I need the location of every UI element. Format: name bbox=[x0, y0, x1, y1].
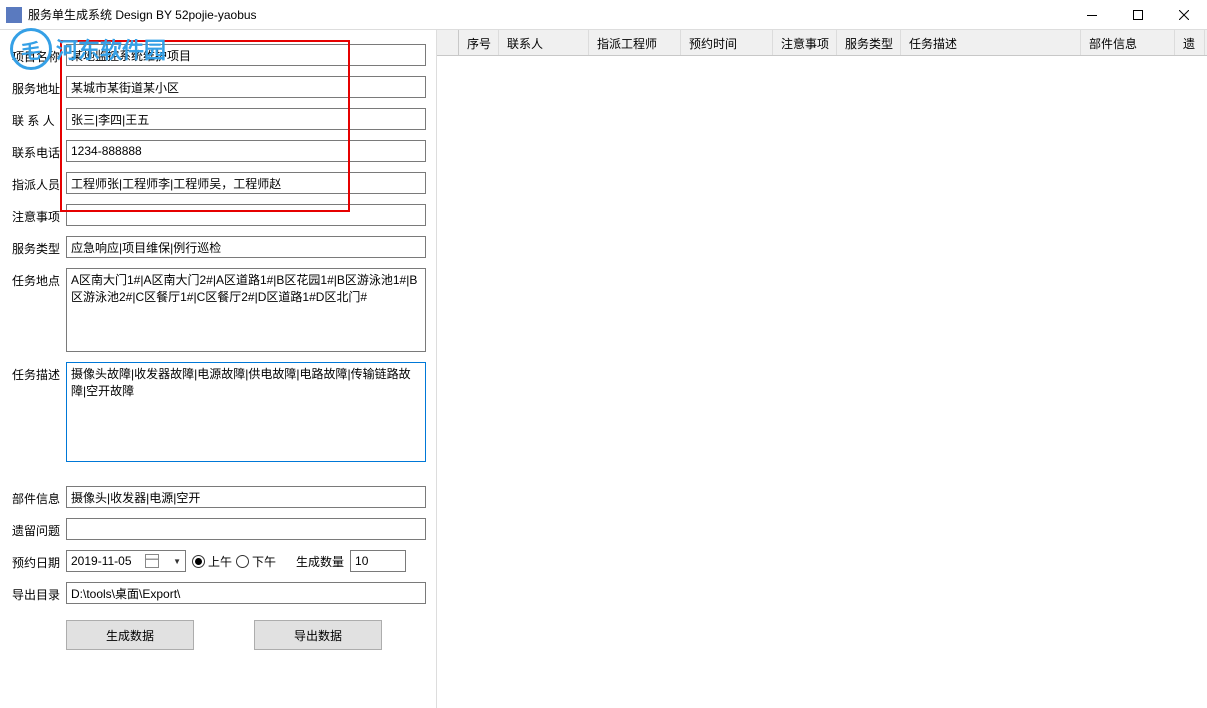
radio-pm-dot bbox=[236, 555, 249, 568]
radio-am-label: 上午 bbox=[208, 553, 232, 570]
input-service-addr[interactable] bbox=[66, 76, 426, 98]
label-service-addr: 服务地址 bbox=[12, 76, 66, 97]
calendar-icon bbox=[145, 554, 159, 568]
col-contact[interactable]: 联系人 bbox=[499, 30, 589, 55]
label-gen-qty: 生成数量 bbox=[296, 553, 344, 570]
label-pending: 遗留问题 bbox=[12, 518, 66, 539]
maximize-button[interactable] bbox=[1115, 0, 1161, 30]
input-notes[interactable] bbox=[66, 204, 426, 226]
input-contact[interactable] bbox=[66, 108, 426, 130]
chevron-down-icon: ▼ bbox=[173, 557, 181, 566]
input-pending[interactable] bbox=[66, 518, 426, 540]
label-task-desc: 任务描述 bbox=[12, 362, 66, 383]
label-export-dir: 导出目录 bbox=[12, 582, 66, 603]
radio-pm-label: 下午 bbox=[252, 553, 276, 570]
radio-am[interactable]: 上午 bbox=[192, 553, 232, 570]
input-gen-qty[interactable] bbox=[350, 550, 406, 572]
export-button[interactable]: 导出数据 bbox=[254, 620, 382, 650]
input-service-type[interactable] bbox=[66, 236, 426, 258]
radio-pm[interactable]: 下午 bbox=[236, 553, 276, 570]
generate-button[interactable]: 生成数据 bbox=[66, 620, 194, 650]
col-appt[interactable]: 预约时间 bbox=[681, 30, 773, 55]
minimize-button[interactable] bbox=[1069, 0, 1115, 30]
titlebar: 服务单生成系统 Design BY 52pojie-yaobus bbox=[0, 0, 1207, 30]
col-svctype[interactable]: 服务类型 bbox=[837, 30, 901, 55]
close-button[interactable] bbox=[1161, 0, 1207, 30]
label-contact: 联 系 人 bbox=[12, 108, 66, 129]
input-parts[interactable] bbox=[66, 486, 426, 508]
input-phone[interactable] bbox=[66, 140, 426, 162]
label-assigned: 指派人员 bbox=[12, 172, 66, 193]
col-parts[interactable]: 部件信息 bbox=[1081, 30, 1175, 55]
grid-rowheader-corner bbox=[437, 30, 459, 55]
label-notes: 注意事项 bbox=[12, 204, 66, 225]
data-grid[interactable]: 序号 联系人 指派工程师 预约时间 注意事项 服务类型 任务描述 部件信息 遗 bbox=[437, 30, 1207, 708]
col-engineer[interactable]: 指派工程师 bbox=[589, 30, 681, 55]
window-title: 服务单生成系统 Design BY 52pojie-yaobus bbox=[28, 6, 257, 23]
label-service-type: 服务类型 bbox=[12, 236, 66, 257]
input-project-name[interactable] bbox=[66, 44, 426, 66]
window-buttons bbox=[1069, 0, 1207, 30]
grid-panel: 序号 联系人 指派工程师 预约时间 注意事项 服务类型 任务描述 部件信息 遗 bbox=[436, 30, 1207, 708]
col-pending[interactable]: 遗 bbox=[1175, 30, 1205, 55]
label-parts: 部件信息 bbox=[12, 486, 66, 507]
label-task-loc: 任务地点 bbox=[12, 268, 66, 289]
label-project-name: 项目名称 bbox=[12, 44, 66, 65]
form-panel: 项目名称 服务地址 联 系 人 联系电话 指派人员 注意事项 服务类型 bbox=[0, 30, 436, 708]
grid-header: 序号 联系人 指派工程师 预约时间 注意事项 服务类型 任务描述 部件信息 遗 bbox=[437, 30, 1207, 56]
label-phone: 联系电话 bbox=[12, 140, 66, 161]
input-assigned[interactable] bbox=[66, 172, 426, 194]
input-task-loc[interactable]: A区南大门1#|A区南大门2#|A区道路1#|B区花园1#|B区游泳池1#|B区… bbox=[66, 268, 426, 352]
input-task-desc[interactable]: 摄像头故障|收发器故障|电源故障|供电故障|电路故障|传输链路故障|空开故障 bbox=[66, 362, 426, 462]
input-export-dir[interactable] bbox=[66, 582, 426, 604]
date-value: 2019-11-05 bbox=[71, 554, 132, 568]
date-picker[interactable]: 2019-11-05 ▼ bbox=[66, 550, 186, 572]
col-taskdesc[interactable]: 任务描述 bbox=[901, 30, 1081, 55]
radio-am-dot bbox=[192, 555, 205, 568]
label-appt-date: 预约日期 bbox=[12, 550, 66, 571]
col-notes[interactable]: 注意事项 bbox=[773, 30, 837, 55]
col-seq[interactable]: 序号 bbox=[459, 30, 499, 55]
app-icon bbox=[6, 7, 22, 23]
